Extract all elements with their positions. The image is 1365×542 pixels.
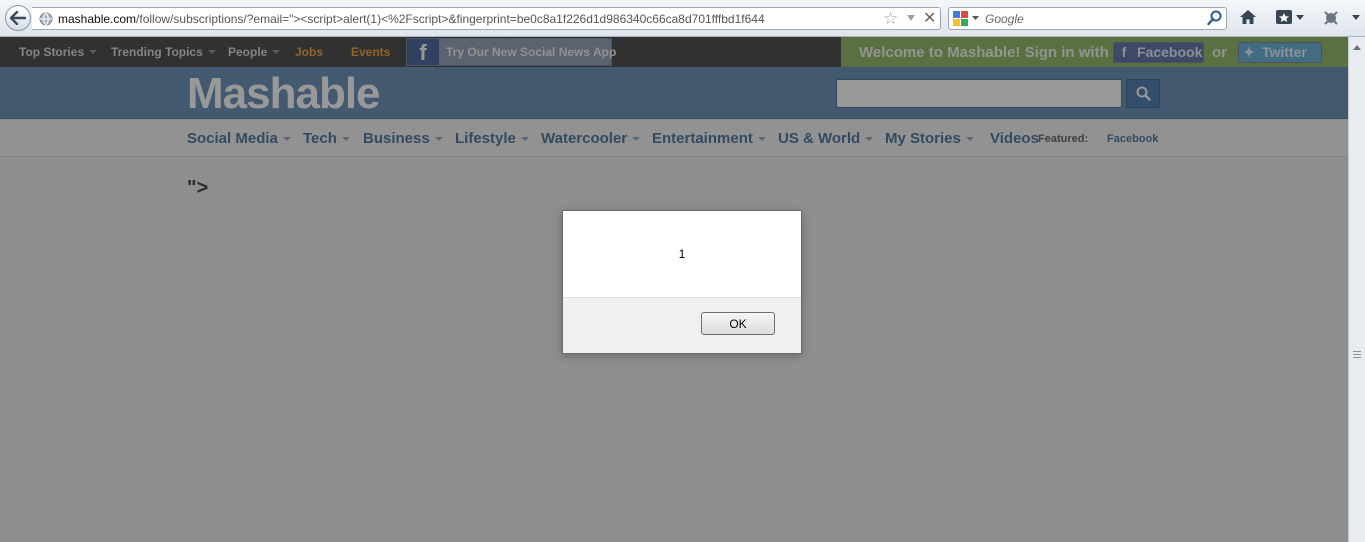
globe-icon: [39, 12, 53, 26]
url-path: /follow/subscriptions/?email="><script>a…: [136, 12, 765, 26]
history-dropdown-icon[interactable]: [906, 13, 916, 23]
addon-icon[interactable]: [1322, 8, 1362, 26]
bookmark-star-icon[interactable]: ☆: [883, 10, 898, 27]
alert-dialog: 1 OK: [562, 210, 802, 354]
scroll-grip-icon[interactable]: [1353, 351, 1361, 359]
chevron-down-icon[interactable]: [972, 16, 979, 21]
browser-toolbar: mashable.com/follow/subscriptions/?email…: [0, 0, 1365, 37]
scrollbar[interactable]: [1348, 37, 1365, 542]
alert-message: 1: [678, 247, 686, 261]
address-bar[interactable]: mashable.com/follow/subscriptions/?email…: [32, 7, 941, 30]
back-arrow-icon: [10, 11, 26, 25]
home-icon[interactable]: [1239, 8, 1257, 26]
browser-search-input[interactable]: Google: [985, 12, 1024, 26]
bookmarks-icon[interactable]: [1275, 8, 1305, 26]
alert-message-area: 1: [563, 211, 801, 298]
google-icon[interactable]: [953, 11, 969, 27]
url-domain: mashable.com: [58, 12, 137, 26]
browser-search-bar[interactable]: Google: [948, 7, 1227, 30]
scroll-up-icon[interactable]: [1353, 45, 1361, 50]
url-text: mashable.com/follow/subscriptions/?email…: [58, 12, 765, 26]
search-icon[interactable]: [1207, 10, 1223, 26]
stop-icon[interactable]: ✕: [923, 9, 936, 29]
back-button[interactable]: [5, 5, 31, 31]
ok-button[interactable]: OK: [701, 312, 775, 335]
